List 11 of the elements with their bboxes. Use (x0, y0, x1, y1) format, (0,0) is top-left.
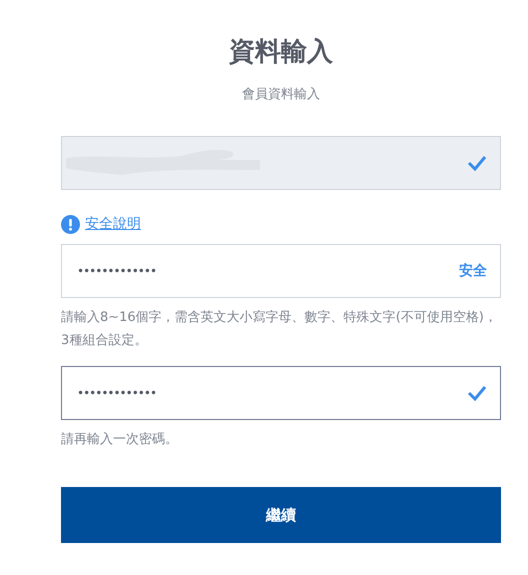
field-hint: 請再輸入一次密碼。 (61, 431, 179, 449)
page-subtitle: 會員資料輸入 (242, 86, 320, 104)
password-dots: ••••••••••••• (77, 264, 156, 278)
confirm-password-field[interactable]: ••••••••••••• (61, 366, 501, 420)
password-field[interactable]: ••••••••••••• 安全 (61, 244, 501, 298)
info-icon (61, 214, 80, 234)
page-title: 資料輸入 (229, 36, 333, 69)
continue-button[interactable]: 繼續 (61, 487, 501, 543)
password-dots: ••••••••••••• (77, 386, 156, 400)
password-strength: 安全 (459, 262, 487, 280)
field-hint: 請輸入8~16個字，需含英文大小寫字母、數字、特殊文字(不可使用空格)，3種組合設定。 (61, 309, 498, 350)
